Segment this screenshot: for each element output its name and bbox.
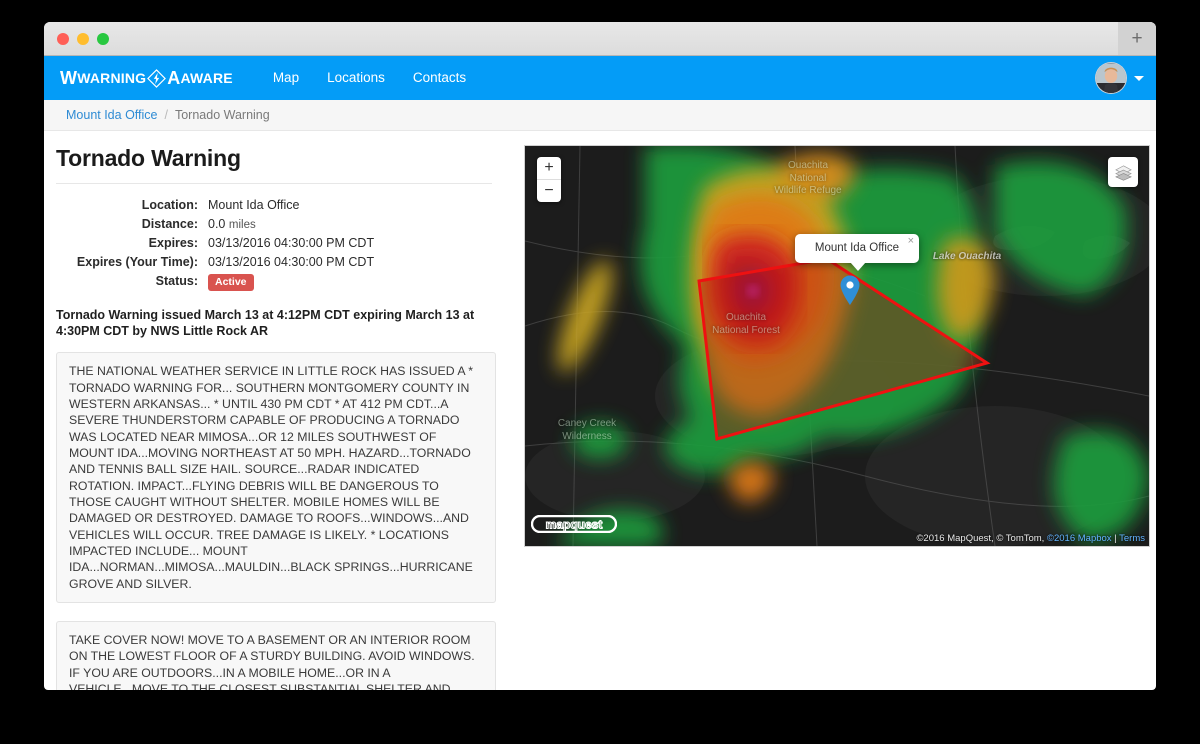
attribution-link-mapbox[interactable]: ©2016 Mapbox	[1047, 533, 1112, 544]
nav-link-contacts[interactable]: Contacts	[399, 56, 480, 100]
issued-summary: Tornado Warning issued March 13 at 4:12P…	[56, 307, 475, 339]
brand-part2: Aware	[180, 70, 233, 86]
detail-label: Status:	[155, 274, 198, 288]
radar-map[interactable]: Ouachita National Wildlife Refuge Ouachita…	[524, 145, 1150, 547]
map-zoom-controls[interactable]: + −	[537, 157, 561, 202]
nav-links: Map Locations Contacts	[259, 56, 480, 100]
new-tab-button[interactable]: +	[1118, 22, 1156, 55]
detail-label: Expires (Your Time):	[76, 255, 198, 269]
user-menu[interactable]	[1095, 56, 1144, 100]
distance-unit: miles	[228, 219, 256, 231]
warning-detail-list: Location: Mount Ida Office Distance: 0.0…	[56, 198, 506, 291]
warning-instruction-panel: TAKE COVER NOW! MOVE TO A BASEMENT OR AN…	[56, 621, 496, 690]
nav-link-locations[interactable]: Locations	[313, 56, 399, 100]
detail-value: 03/13/2016 04:30:00 PM CDT	[208, 236, 375, 250]
brand-part1: Warning	[77, 70, 147, 86]
detail-row-location: Location: Mount Ida Office	[56, 198, 506, 212]
map-column: Ouachita National Wildlife Refuge Ouachita…	[524, 131, 1150, 690]
warning-details-column: Tornado Warning Location: Mount Ida Offi…	[44, 131, 506, 690]
detail-row-distance: Distance: 0.0 miles	[56, 217, 506, 231]
page-content: Tornado Warning Location: Mount Ida Offi…	[44, 131, 1156, 690]
browser-window: + W Warning A Aware Map Locations Contacts	[44, 22, 1156, 690]
detail-label: Location:	[141, 198, 198, 212]
chevron-down-icon[interactable]	[1134, 75, 1144, 81]
zoom-in-button[interactable]: +	[537, 157, 561, 180]
screenshot-root: + W Warning A Aware Map Locations Contacts	[0, 0, 1200, 744]
warning-body-panel: THE NATIONAL WEATHER SERVICE IN LITTLE R…	[56, 352, 496, 604]
layers-button[interactable]	[1108, 157, 1138, 187]
lightning-bolt-icon	[147, 68, 167, 88]
page-title: Tornado Warning	[56, 145, 241, 171]
zoom-out-button[interactable]: −	[537, 180, 561, 202]
breadcrumb-separator: /	[164, 108, 168, 122]
zoom-window-button[interactable]	[97, 33, 109, 45]
minimize-window-button[interactable]	[77, 33, 89, 45]
breadcrumb-current: Tornado Warning	[174, 108, 270, 122]
svg-text:mapquest: mapquest	[546, 517, 603, 531]
avatar[interactable]	[1095, 62, 1127, 94]
distance-number: 0.0	[208, 217, 226, 231]
attribution-link-terms[interactable]: Terms	[1119, 533, 1145, 544]
app-navbar: W Warning A Aware Map Locations Contacts	[44, 56, 1156, 100]
detail-value: 03/13/2016 04:30:00 PM CDT	[208, 255, 375, 269]
detail-row-expires: Expires: 03/13/2016 04:30:00 PM CDT	[56, 236, 506, 250]
window-controls[interactable]	[57, 33, 109, 45]
map-canvas	[525, 146, 1149, 546]
detail-value: 0.0 miles	[208, 217, 256, 231]
attribution-text: ©2016 MapQuest, © TomTom,	[916, 533, 1047, 544]
close-icon[interactable]: ×	[908, 236, 914, 247]
close-window-button[interactable]	[57, 33, 69, 45]
detail-row-expires-local: Expires (Your Time): 03/13/2016 04:30:00…	[56, 255, 506, 269]
detail-label: Expires:	[148, 236, 198, 250]
map-popup[interactable]: × Mount Ida Office	[795, 234, 919, 271]
breadcrumb-parent[interactable]: Mount Ida Office	[66, 108, 158, 122]
layers-icon	[1114, 164, 1132, 181]
detail-label: Distance:	[141, 217, 198, 231]
breadcrumb: Mount Ida Office / Tornado Warning	[44, 100, 1156, 131]
nav-link-map[interactable]: Map	[259, 56, 313, 100]
window-titlebar: +	[44, 22, 1156, 56]
app-logo[interactable]: W Warning A Aware	[60, 68, 233, 89]
status-badge: Active	[208, 274, 254, 291]
mapquest-logo: mapquest	[530, 514, 618, 538]
detail-row-status: Status: Active	[56, 274, 506, 291]
location-pin-marker[interactable]	[839, 274, 861, 311]
map-attribution: ©2016 MapQuest, © TomTom, ©2016 Mapbox |…	[916, 533, 1145, 544]
attribution-separator: |	[1111, 533, 1120, 544]
map-popup-title: Mount Ida Office	[814, 242, 900, 254]
detail-value: Mount Ida Office	[208, 198, 300, 212]
title-divider	[56, 183, 492, 184]
